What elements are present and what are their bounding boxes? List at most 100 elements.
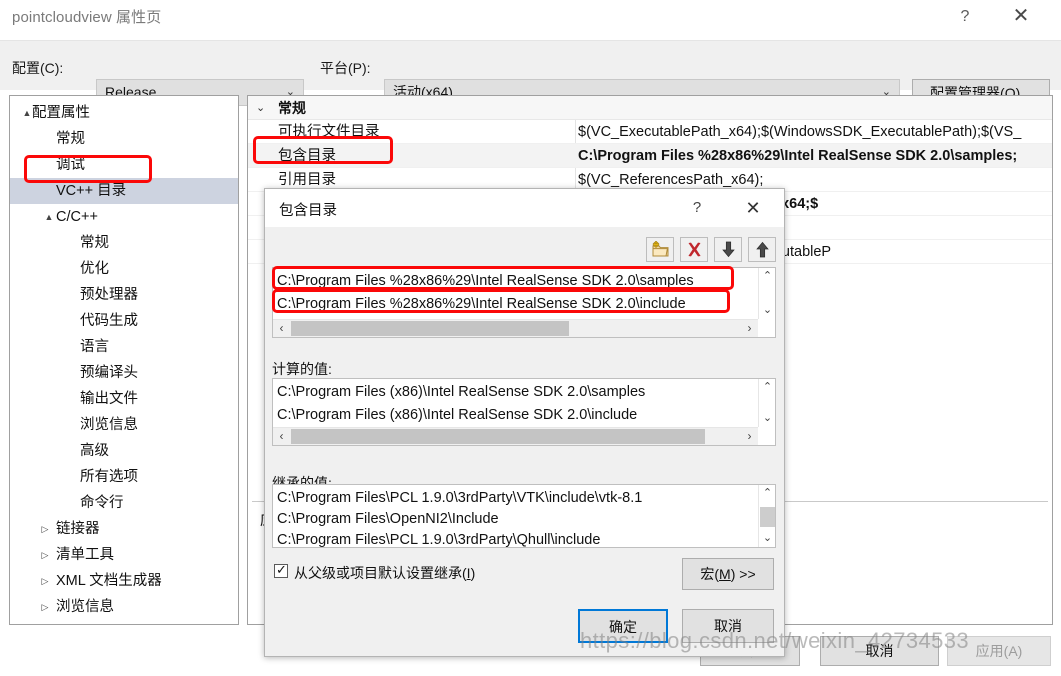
scroll-down-icon[interactable]: ⌄ (759, 302, 776, 319)
tree-item-4[interactable]: ▲ C/C++ (10, 204, 238, 230)
tree-item-5[interactable]: 常规 (10, 230, 238, 256)
include-dir-entry[interactable]: C:\Program Files %28x86%29\Intel RealSen… (277, 293, 686, 315)
inherit-checkbox[interactable]: ✓ (274, 562, 288, 578)
delete-entry-button[interactable] (680, 237, 708, 262)
move-down-button[interactable] (714, 237, 742, 262)
editable-list-hscrollbar[interactable]: ‹ › (273, 319, 758, 337)
evaluated-dir-entry[interactable]: C:\Program Files (x86)\Intel RealSense S… (277, 381, 645, 403)
configuration-tree[interactable]: ▲ 配置属性 常规 调试 VC++ 目录 ▲ C/C++ 常规 优化 预处理器 代码生成 语言 预编译头… (9, 95, 239, 625)
inherited-dir-entry[interactable]: C:\Program Files\OpenNI2\Include (277, 508, 499, 530)
inherit-checkbox-label: 从父级或项目默认设置继承(I) (294, 563, 475, 583)
tree-item-9[interactable]: 语言 (10, 334, 238, 360)
inherited-value-list[interactable]: C:\Program Files\PCL 1.9.0\3rdParty\VTK\… (272, 484, 776, 548)
scroll-right-icon[interactable]: › (741, 320, 758, 337)
inherited-dir-entry[interactable]: C:\Program Files\PCL 1.9.0\3rdParty\VTK\… (277, 487, 642, 509)
close-icon[interactable]: ✕ (999, 0, 1043, 33)
new-folder-icon-button[interactable] (646, 237, 674, 262)
hscroll-thumb[interactable] (291, 321, 569, 336)
tree-item-11[interactable]: 输出文件 (10, 386, 238, 412)
property-value[interactable]: C:\Program Files %28x86%29\Intel RealSen… (578, 144, 1017, 168)
new-folder-icon (652, 241, 668, 257)
scroll-left-icon[interactable]: ‹ (273, 428, 290, 445)
inherited-dir-entry[interactable]: C:\Program Files\PCL 1.9.0\3rdParty\Qhul… (277, 529, 600, 551)
tree-item-label: 语言 (80, 339, 109, 355)
tree-list: ▲ 配置属性 常规 调试 VC++ 目录 ▲ C/C++ 常规 优化 预处理器 代码生成 语言 预编译头… (10, 96, 238, 624)
delete-red-x-icon (687, 242, 701, 257)
tree-item-12[interactable]: 浏览信息 (10, 412, 238, 438)
help-icon[interactable]: ? (682, 195, 712, 221)
scroll-left-icon[interactable]: ‹ (273, 320, 290, 337)
configuration-bar: 配置(C): Release ⌄ 平台(P): 活动(x64) ⌄ 配置管理器(… (0, 40, 1061, 107)
scroll-up-icon[interactable]: ⌃ (759, 379, 776, 396)
include-dir-entry[interactable]: C:\Program Files %28x86%29\Intel RealSen… (277, 270, 694, 292)
collapsed-twisty-icon[interactable]: ▷ (38, 516, 52, 542)
scroll-up-icon[interactable]: ⌃ (759, 268, 776, 285)
tree-item-label: 浏览信息 (56, 599, 114, 615)
tree-item-7[interactable]: 预处理器 (10, 282, 238, 308)
tree-item-1[interactable]: 常规 (10, 126, 238, 152)
hscroll-thumb[interactable] (291, 429, 705, 444)
property-name: 可执行文件目录 (278, 124, 380, 140)
evaluated-list-vscrollbar[interactable]: ⌃ ⌄ (758, 379, 775, 427)
scroll-up-icon[interactable]: ⌃ (759, 485, 776, 502)
tree-item-10[interactable]: 预编译头 (10, 360, 238, 386)
tree-item-17[interactable]: ▷ 清单工具 (10, 542, 238, 568)
properties-page-window: pointcloudview 属性页 ? ✕ 配置(C): Release ⌄ … (0, 0, 1061, 676)
move-up-button[interactable] (748, 237, 776, 262)
expanded-twisty-icon[interactable]: ▲ (42, 204, 56, 230)
macros-button[interactable]: 宏(M) >> (682, 558, 774, 590)
macros-label-prefix: 宏( (700, 566, 720, 582)
property-row[interactable]: 可执行文件目录 $(VC_ExecutablePath_x64);$(Window… (248, 120, 1052, 144)
macros-label-suffix: ) >> (730, 566, 756, 582)
page-title: pointcloudview 属性页 (12, 9, 162, 26)
tree-item-label: 常规 (80, 235, 109, 251)
platform-label: 平台(P): (320, 60, 371, 76)
collapsed-twisty-icon[interactable]: ▷ (38, 620, 52, 624)
collapsed-twisty-icon[interactable]: ▷ (38, 542, 52, 568)
tree-item-8[interactable]: 代码生成 (10, 308, 238, 334)
inherited-list-vscrollbar[interactable]: ⌃ ⌄ (758, 485, 775, 547)
move-down-arrow-icon (721, 241, 735, 258)
tree-item-20[interactable]: ▷ 生成事件 (10, 620, 238, 624)
tree-item-label: 高级 (80, 443, 109, 459)
evaluated-dir-entry[interactable]: C:\Program Files (x86)\Intel RealSense S… (277, 404, 637, 426)
tree-item-19[interactable]: ▷ 浏览信息 (10, 594, 238, 620)
vscroll-thumb[interactable] (760, 507, 775, 527)
macros-label-accel: M (719, 566, 731, 582)
tree-item-label: 代码生成 (80, 313, 138, 329)
tree-item-label: 命令行 (80, 495, 124, 511)
collapsed-twisty-icon[interactable]: ▷ (38, 594, 52, 620)
move-up-arrow-icon (755, 241, 769, 258)
tree-item-2[interactable]: 调试 (10, 152, 238, 178)
include-dirs-editable-list[interactable]: C:\Program Files %28x86%29\Intel RealSen… (272, 267, 776, 338)
window-title-bar: pointcloudview 属性页 ? ✕ (0, 0, 1061, 40)
tree-item-14[interactable]: 所有选项 (10, 464, 238, 490)
property-group-header[interactable]: ⌄ 常规 (248, 96, 1052, 120)
dialog-title-bar: 包含目录 ? ✕ (265, 189, 784, 227)
chevron-down-icon[interactable]: ⌄ (256, 96, 265, 120)
scroll-right-icon[interactable]: › (741, 428, 758, 445)
evaluated-value-list[interactable]: C:\Program Files (x86)\Intel RealSense S… (272, 378, 776, 446)
editable-list-vscrollbar[interactable]: ⌃ ⌄ (758, 268, 775, 319)
tree-item-16[interactable]: ▷ 链接器 (10, 516, 238, 542)
tree-item-6[interactable]: 优化 (10, 256, 238, 282)
tree-item-13[interactable]: 高级 (10, 438, 238, 464)
property-row[interactable]: 包含目录 C:\Program Files %28x86%29\Intel Rea… (248, 144, 1052, 168)
collapsed-twisty-icon[interactable]: ▷ (38, 568, 52, 594)
tree-item-18[interactable]: ▷ XML 文档生成器 (10, 568, 238, 594)
tree-item-label: C/C++ (56, 209, 98, 225)
tree-item-3[interactable]: VC++ 目录 (10, 178, 238, 204)
tree-item-label: 预处理器 (80, 287, 138, 303)
tree-item-label: XML 文档生成器 (56, 573, 162, 589)
close-icon[interactable]: ✕ (736, 194, 770, 222)
tree-item-label: 配置属性 (32, 105, 90, 121)
tree-item-15[interactable]: 命令行 (10, 490, 238, 516)
tree-item-label: 浏览信息 (80, 417, 138, 433)
help-icon[interactable]: ? (943, 0, 987, 33)
scroll-down-icon[interactable]: ⌄ (759, 410, 776, 427)
scroll-down-icon[interactable]: ⌄ (759, 530, 776, 547)
property-value[interactable]: $(VC_ExecutablePath_x64);$(WindowsSDK_Ex… (578, 120, 1021, 144)
tree-item-0[interactable]: ▲ 配置属性 (10, 100, 238, 126)
evaluated-list-hscrollbar[interactable]: ‹ › (273, 427, 758, 445)
dialog-title: 包含目录 (279, 203, 337, 219)
